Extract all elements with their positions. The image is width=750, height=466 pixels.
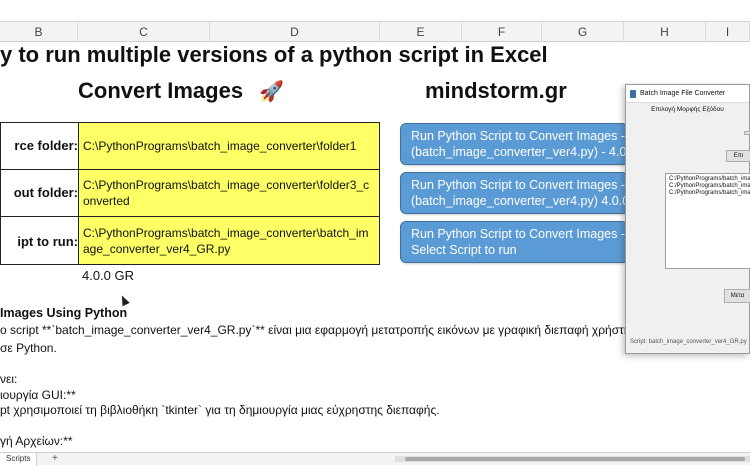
select-files-button[interactable]: Επι	[726, 150, 750, 162]
source-folder-label: rce folder:	[14, 138, 78, 153]
rocket-icon: 🚀	[259, 81, 285, 103]
convert-images-text: Convert Images	[78, 78, 244, 103]
list-item[interactable]: C:/PythonPrograms/batch_image_converter	[669, 190, 750, 197]
converter-dialog-window[interactable]: Batch Image File Converter Επιλογή Μορφή…	[625, 84, 750, 354]
run-script-button-3-line1: Run Python Script to Convert Images - Ve	[411, 227, 628, 241]
column-header-i[interactable]: I	[706, 22, 750, 42]
run-script-button-1[interactable]: Run Python Script to Convert Images - Ve…	[400, 123, 628, 165]
run-script-button-2[interactable]: Run Python Script to Convert Images - Ve…	[400, 172, 628, 214]
doc-line-5: pt χρησιμοποιεί τη βιβλιοθήκη `tkinter` …	[0, 403, 440, 417]
add-sheet-icon[interactable]: +	[52, 453, 58, 465]
doc-line-1: ο script **`batch_image_converter_ver4_G…	[0, 323, 631, 337]
column-header-d[interactable]: D	[210, 22, 380, 42]
doc-heading: Images Using Python	[0, 306, 128, 320]
run-script-button-3-line2: Select Script to run	[411, 243, 517, 257]
run-script-button-1-line1: Run Python Script to Convert Images - Ve	[411, 129, 628, 143]
output-folder-label: out folder:	[13, 185, 78, 200]
doc-line-2: σε Python.	[0, 341, 57, 355]
column-header-e[interactable]: E	[380, 22, 462, 42]
file-listbox[interactable]: C:/PythonPrograms/batch_image_converter …	[665, 173, 750, 269]
column-header-c[interactable]: C	[78, 22, 210, 42]
run-script-button-3[interactable]: Run Python Script to Convert Images - Ve…	[400, 221, 628, 263]
sheet-tab-scripts[interactable]: Scripts	[0, 453, 38, 466]
dialog-small-button[interactable]	[744, 131, 750, 135]
top-strip	[0, 0, 750, 22]
source-folder-cell[interactable]: C:\PythonPrograms\batch_image_converter\…	[78, 122, 380, 170]
script-to-run-label: ipt to run:	[17, 234, 78, 249]
dialog-status-text: Script: batch_image_converter_ver4_GR.py	[630, 339, 747, 345]
convert-button[interactable]: Μετα	[724, 289, 750, 303]
run-script-button-2-line2: (batch_image_converter_ver4.py) 4.0.0 EN	[411, 194, 628, 208]
doc-line-4: ιουργία GUI:**	[0, 388, 76, 402]
sheet-tab-bar: Scripts +	[0, 452, 750, 466]
list-item[interactable]: C:/PythonPrograms/batch_image_converter	[669, 176, 750, 183]
site-heading: mindstorm.gr	[425, 78, 567, 103]
list-item[interactable]: C:/PythonPrograms/batch_image_converter	[669, 183, 750, 190]
column-header-g[interactable]: G	[542, 22, 624, 42]
column-header-h[interactable]: H	[624, 22, 706, 42]
output-format-label: Επιλογή Μορφής Εξόδου	[651, 106, 724, 113]
mouse-cursor-icon	[118, 293, 130, 307]
doc-line-6: γή Αρχείων:**	[0, 434, 73, 448]
version-cell[interactable]: 4.0.0 GR	[82, 268, 134, 283]
run-script-button-2-line1: Run Python Script to Convert Images - Ve	[411, 178, 628, 192]
sheet-title: y to run multiple versions of a python s…	[0, 42, 548, 67]
dialog-titlebar[interactable]: Batch Image File Converter	[626, 85, 749, 103]
convert-images-heading: Convert Images 🚀	[78, 78, 284, 104]
script-path-cell[interactable]: C:\PythonPrograms\batch_image_converter\…	[78, 216, 380, 265]
dialog-title: Batch Image File Converter	[640, 90, 726, 97]
scrollbar-thumb[interactable]	[405, 457, 745, 461]
column-header-b[interactable]: B	[0, 22, 78, 42]
output-folder-cell[interactable]: C:\PythonPrograms\batch_image_converter\…	[78, 169, 380, 217]
doc-line-3: νει:	[0, 372, 18, 386]
run-script-button-1-line2: (batch_image_converter_ver4.py) - 4.0.0	[411, 145, 628, 159]
column-header-f[interactable]: F	[462, 22, 542, 42]
feather-icon	[630, 90, 636, 98]
horizontal-scrollbar[interactable]	[395, 456, 750, 462]
